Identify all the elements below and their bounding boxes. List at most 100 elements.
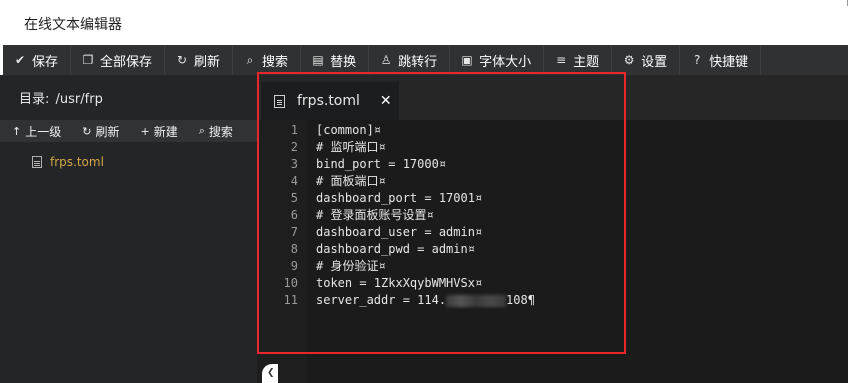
close-icon[interactable]: ✕ (380, 93, 392, 109)
code-text-content: # 身份验证¤ (316, 259, 386, 273)
code-line: 5 dashboard_port = 17001¤ (257, 190, 848, 207)
copy-icon: ❐ (82, 53, 94, 67)
theme-icon: ≡ (556, 53, 567, 67)
code-text-content: dashboard_user = admin¤ (316, 225, 483, 239)
line-number: 9 (290, 259, 298, 273)
code-editor[interactable]: 1 [common]¤ 2 # 监听端口¤ 3 bind_port = 17000¤ 4 # … (257, 120, 848, 383)
toolbar-button-0[interactable]: ✔ 保存 (3, 45, 72, 75)
toolbar-button-6[interactable]: ▣ 字体大小 (450, 45, 545, 75)
sidebar-action-label: 上一级 (25, 124, 62, 139)
refresh-icon: ↻ (82, 124, 92, 138)
window-titlebar: 在线文本编辑器 (0, 0, 848, 45)
help-icon: ? (693, 53, 701, 67)
code-text: server_addr = 114. 108¶ (316, 292, 535, 309)
toolbar: ✔ 保存 ❐ 全部保存 ↻ 刷新 ⌕ 搜索 ▤ 替换 ♙ 跳转行 ▣ 字体大小 ≡ 主题 ⚙ 设置? 快捷键 (3, 45, 848, 75)
code-line: 2 # 监听端口¤ (257, 139, 848, 156)
file-item-frps-toml[interactable]: frps.toml (32, 155, 104, 169)
toolbar-button-3[interactable]: ⌕ 搜索 (233, 45, 302, 75)
toolbar-button-label: 替换 (330, 54, 357, 70)
code-text-content: [common]¤ (316, 123, 382, 137)
chevron-left-icon: ❮ (267, 368, 275, 378)
code-text: # 面板端口¤ (316, 173, 386, 190)
toolbar-button-label: 主题 (573, 54, 600, 70)
toolbar-button-label: 设置 (641, 54, 668, 70)
line-number: 7 (290, 225, 298, 239)
tab-frps-toml[interactable]: frps.toml ✕ (261, 82, 399, 120)
file-name: frps.toml (50, 155, 104, 169)
file-icon (32, 156, 42, 168)
code-text-content: # 登录面板账号设置¤ (316, 208, 434, 222)
line-number: 11 (283, 293, 298, 307)
code-line: 1 [common]¤ (257, 122, 848, 139)
current-directory: 目录: /usr/frp (19, 88, 103, 107)
toolbar-button-5[interactable]: ♙ 跳转行 (369, 45, 451, 75)
line-number: 4 (290, 174, 298, 188)
toolbar-button-label: 搜索 (262, 54, 289, 70)
code-line: 8 dashboard_pwd = admin¤ (257, 241, 848, 258)
file-icon (274, 94, 285, 108)
refresh-icon: ↻ (177, 53, 188, 67)
code-line: 11 server_addr = 114. 108¶ (257, 292, 848, 309)
code-line: 7 dashboard_user = admin¤ (257, 224, 848, 241)
line-number: 5 (290, 191, 298, 205)
code-text: bind_port = 17000¤ (316, 156, 446, 173)
toolbar-button-label: 跳转行 (398, 54, 438, 70)
toolbar-button-7[interactable]: ≡ 主题 (544, 45, 613, 75)
sidebar-action-3[interactable]: ⌕ 搜索 (187, 123, 242, 140)
code-line: 4 # 面板端口¤ (257, 173, 848, 190)
tab-label: frps.toml (297, 93, 360, 109)
check-icon: ✔ (14, 53, 26, 67)
code-text: [common]¤ (316, 122, 381, 139)
line-number: 8 (290, 242, 298, 256)
toolbar-button-label: 快捷键 (709, 54, 749, 70)
line-number: 10 (283, 276, 298, 290)
toolbar-button-8[interactable]: ⚙ 设置 (612, 45, 681, 75)
search-icon: ⌕ (198, 124, 205, 137)
code-text-content: dashboard_port = 17001¤ (316, 191, 483, 205)
line-number: 6 (290, 208, 298, 222)
line-number: 2 (290, 140, 298, 154)
line-number: 3 (290, 157, 298, 171)
window-title: 在线文本编辑器 (24, 17, 122, 33)
code-text-content: server_addr = 114. (316, 293, 447, 307)
toolbar-button-label: 全部保存 (100, 54, 153, 70)
toolbar-button-1[interactable]: ❐ 全部保存 (71, 45, 166, 75)
sidebar-action-0[interactable]: ↑ 上一级 (0, 123, 70, 140)
sidebar-action-1[interactable]: ↻ 刷新 (70, 123, 128, 140)
replace-icon: ▤ (312, 53, 324, 67)
redacted-ip-segment (446, 294, 507, 307)
toolbar-button-label: 保存 (32, 54, 59, 70)
code-text: # 登录面板账号设置¤ (316, 207, 434, 224)
code-text: dashboard_pwd = admin¤ (316, 241, 475, 258)
directory-path: /usr/frp (55, 92, 103, 107)
code-text-content: bind_port = 17000¤ (316, 157, 447, 171)
plus-icon: + (140, 124, 150, 138)
font-size-icon: ▣ (461, 53, 473, 67)
toolbar-button-4[interactable]: ▤ 替换 (301, 45, 370, 75)
code-text: token = 1ZkxXqybWMHVSx¤ (316, 275, 482, 292)
code-text: # 身份验证¤ (316, 258, 386, 275)
code-text: # 监听端口¤ (316, 139, 386, 156)
sidebar-action-label: 刷新 (95, 124, 120, 139)
line-number: 1 (290, 123, 298, 137)
sidebar-action-2[interactable]: + 新建 (128, 123, 186, 140)
sidebar-action-label: 搜索 (208, 124, 233, 139)
directory-label: 目录: (19, 92, 50, 107)
code-text: dashboard_port = 17001¤ (316, 190, 482, 207)
code-line: 6 # 登录面板账号设置¤ (257, 207, 848, 224)
collapse-handle[interactable]: ❮ (262, 364, 278, 383)
settings-icon: ⚙ (623, 53, 635, 67)
code-text-content: dashboard_pwd = admin¤ (316, 242, 475, 256)
code-text-content: token = 1ZkxXqybWMHVSx¤ (316, 276, 483, 290)
toolbar-button-9[interactable]: ? 快捷键 (680, 45, 762, 75)
editor-area: frps.toml ✕ 1 [common]¤ 2 # 监听端口¤ 3 bind_port… (257, 75, 848, 383)
code-text-tail: 108¶ (506, 293, 535, 307)
code-line: 9 # 身份验证¤ (257, 258, 848, 275)
toolbar-button-2[interactable]: ↻ 刷新 (165, 45, 234, 75)
toolbar-button-label: 刷新 (194, 54, 221, 70)
code-text-content: # 监听端口¤ (316, 140, 386, 154)
toolbar-button-label: 字体大小 (479, 54, 532, 70)
code-line: 10 token = 1ZkxXqybWMHVSx¤ (257, 275, 848, 292)
goto-line-icon: ♙ (380, 53, 392, 67)
search-icon: ⌕ (246, 52, 254, 67)
